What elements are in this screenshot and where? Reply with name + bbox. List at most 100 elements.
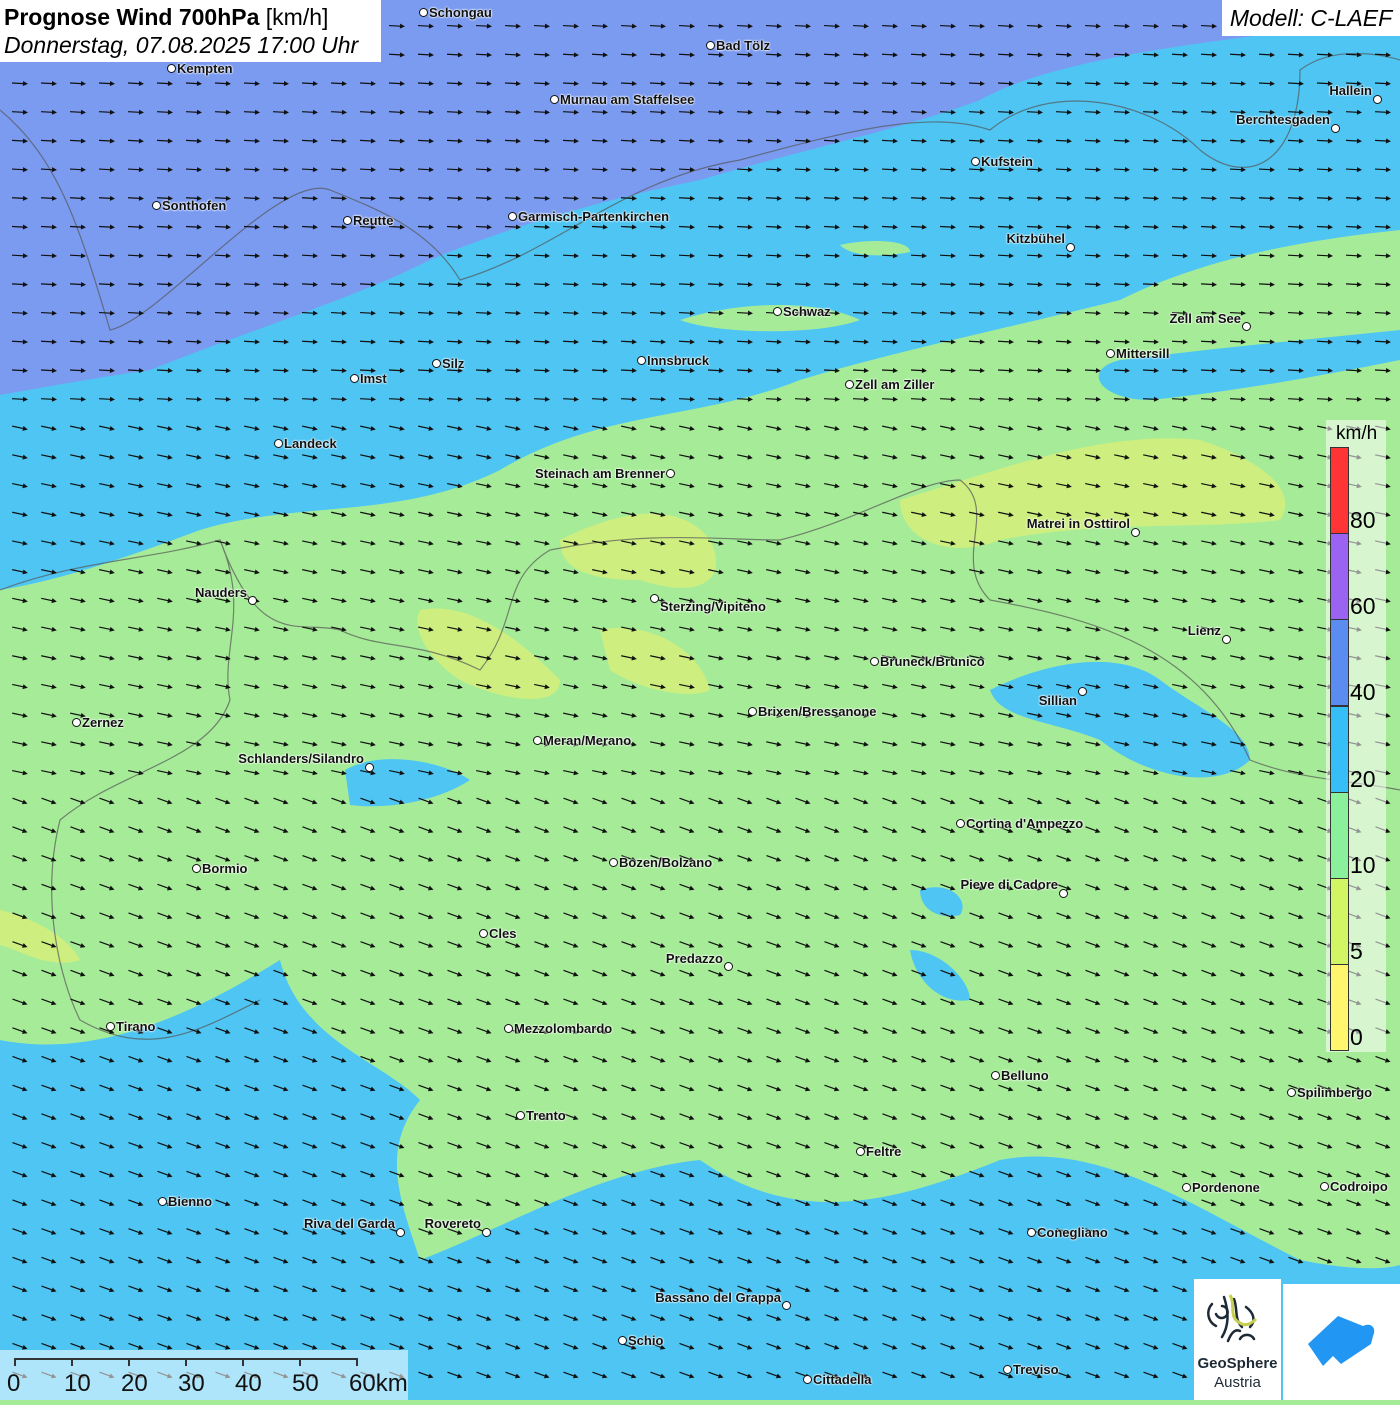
city-marker[interactable] (1066, 243, 1075, 252)
city-label[interactable]: Schwaz (783, 304, 831, 319)
city-label[interactable]: Imst (360, 371, 387, 386)
city-marker[interactable] (274, 439, 283, 448)
city-marker[interactable] (991, 1071, 1000, 1080)
city-label[interactable]: Nauders (195, 585, 247, 600)
city-marker[interactable] (803, 1375, 812, 1384)
city-marker[interactable] (516, 1111, 525, 1120)
city-label[interactable]: Garmisch-Partenkirchen (518, 209, 669, 224)
city-marker[interactable] (1222, 635, 1231, 644)
city-marker[interactable] (1027, 1228, 1036, 1237)
city-label[interactable]: Tirano (116, 1019, 156, 1034)
city-label[interactable]: Schio (628, 1333, 663, 1348)
city-label[interactable]: Kempten (177, 61, 233, 76)
city-label[interactable]: Bassano del Grappa (655, 1290, 781, 1305)
city-label[interactable]: Codroipo (1330, 1179, 1388, 1194)
city-marker[interactable] (1106, 349, 1115, 358)
city-marker[interactable] (1331, 124, 1340, 133)
city-marker[interactable] (167, 64, 176, 73)
city-label[interactable]: Treviso (1013, 1362, 1059, 1377)
city-marker[interactable] (956, 819, 965, 828)
city-marker[interactable] (1242, 322, 1251, 331)
city-label[interactable]: Rovereto (425, 1216, 481, 1231)
city-marker[interactable] (72, 718, 81, 727)
city-label[interactable]: Bad Tölz (716, 38, 770, 53)
city-marker[interactable] (479, 929, 488, 938)
city-label[interactable]: Hallein (1329, 83, 1372, 98)
city-label[interactable]: Bienno (168, 1194, 212, 1209)
city-label[interactable]: Predazzo (666, 951, 723, 966)
city-marker[interactable] (550, 95, 559, 104)
city-marker[interactable] (782, 1301, 791, 1310)
city-label[interactable]: Lienz (1188, 623, 1221, 638)
city-marker[interactable] (1287, 1088, 1296, 1097)
city-label[interactable]: Zell am Ziller (855, 377, 934, 392)
city-marker[interactable] (504, 1024, 513, 1033)
city-marker[interactable] (971, 157, 980, 166)
city-label[interactable]: Mezzolombardo (514, 1021, 612, 1036)
city-marker[interactable] (1078, 687, 1087, 696)
city-label[interactable]: Reutte (353, 213, 393, 228)
city-marker[interactable] (106, 1022, 115, 1031)
city-marker[interactable] (1320, 1182, 1329, 1191)
city-marker[interactable] (508, 212, 517, 221)
city-label[interactable]: Kufstein (981, 154, 1033, 169)
city-label[interactable]: Conegliano (1037, 1225, 1108, 1240)
city-marker[interactable] (650, 594, 659, 603)
city-marker[interactable] (248, 596, 257, 605)
city-label[interactable]: Bormio (202, 861, 248, 876)
city-label[interactable]: Trento (526, 1108, 566, 1123)
city-marker[interactable] (419, 8, 428, 17)
city-label[interactable]: Riva del Garda (304, 1216, 395, 1231)
city-marker[interactable] (609, 858, 618, 867)
city-label[interactable]: Steinach am Brenner (535, 466, 665, 481)
city-label[interactable]: Brixen/Bressanone (758, 704, 877, 719)
city-label[interactable]: Sillian (1039, 693, 1077, 708)
city-label[interactable]: Silz (442, 356, 464, 371)
city-label[interactable]: Pordenone (1192, 1180, 1260, 1195)
city-marker[interactable] (396, 1228, 405, 1237)
city-marker[interactable] (158, 1197, 167, 1206)
city-label[interactable]: Bruneck/Brunico (880, 654, 985, 669)
city-marker[interactable] (845, 380, 854, 389)
city-label[interactable]: Matrei in Osttirol (1027, 516, 1130, 531)
city-marker[interactable] (1373, 95, 1382, 104)
city-label[interactable]: Zernez (82, 715, 124, 730)
geosphere-logo[interactable]: GeoSphere Austria (1194, 1279, 1281, 1400)
city-label[interactable]: Kitzbühel (1007, 231, 1066, 246)
city-marker[interactable] (748, 707, 757, 716)
city-marker[interactable] (618, 1336, 627, 1345)
city-label[interactable]: Berchtesgaden (1236, 112, 1330, 127)
city-label[interactable]: Sonthofen (162, 198, 226, 213)
city-marker[interactable] (637, 356, 646, 365)
city-label[interactable]: Landeck (284, 436, 337, 451)
city-marker[interactable] (343, 216, 352, 225)
city-marker[interactable] (1003, 1365, 1012, 1374)
city-marker[interactable] (1182, 1183, 1191, 1192)
city-marker[interactable] (152, 201, 161, 210)
city-marker[interactable] (773, 307, 782, 316)
city-marker[interactable] (350, 374, 359, 383)
city-marker[interactable] (365, 763, 374, 772)
city-marker[interactable] (870, 657, 879, 666)
city-label[interactable]: Belluno (1001, 1068, 1049, 1083)
city-label[interactable]: Pieve di Cadore (960, 877, 1058, 892)
city-marker[interactable] (192, 864, 201, 873)
app-logo[interactable] (1283, 1284, 1400, 1400)
city-marker[interactable] (856, 1147, 865, 1156)
city-label[interactable]: Cittadella (813, 1372, 872, 1387)
city-label[interactable]: Meran/Merano (543, 733, 631, 748)
city-label[interactable]: Sterzing/Vipiteno (660, 599, 766, 614)
city-marker[interactable] (666, 469, 675, 478)
city-label[interactable]: Schongau (429, 5, 492, 20)
city-marker[interactable] (724, 962, 733, 971)
city-label[interactable]: Zell am See (1169, 311, 1241, 326)
city-marker[interactable] (706, 41, 715, 50)
city-label[interactable]: Murnau am Staffelsee (560, 92, 694, 107)
city-label[interactable]: Feltre (866, 1144, 901, 1159)
city-label[interactable]: Bozen/Bolzano (619, 855, 712, 870)
city-label[interactable]: Cortina d'Ampezzo (966, 816, 1083, 831)
city-label[interactable]: Innsbruck (647, 353, 709, 368)
city-marker[interactable] (1059, 889, 1068, 898)
city-label[interactable]: Cles (489, 926, 516, 941)
city-marker[interactable] (1131, 528, 1140, 537)
